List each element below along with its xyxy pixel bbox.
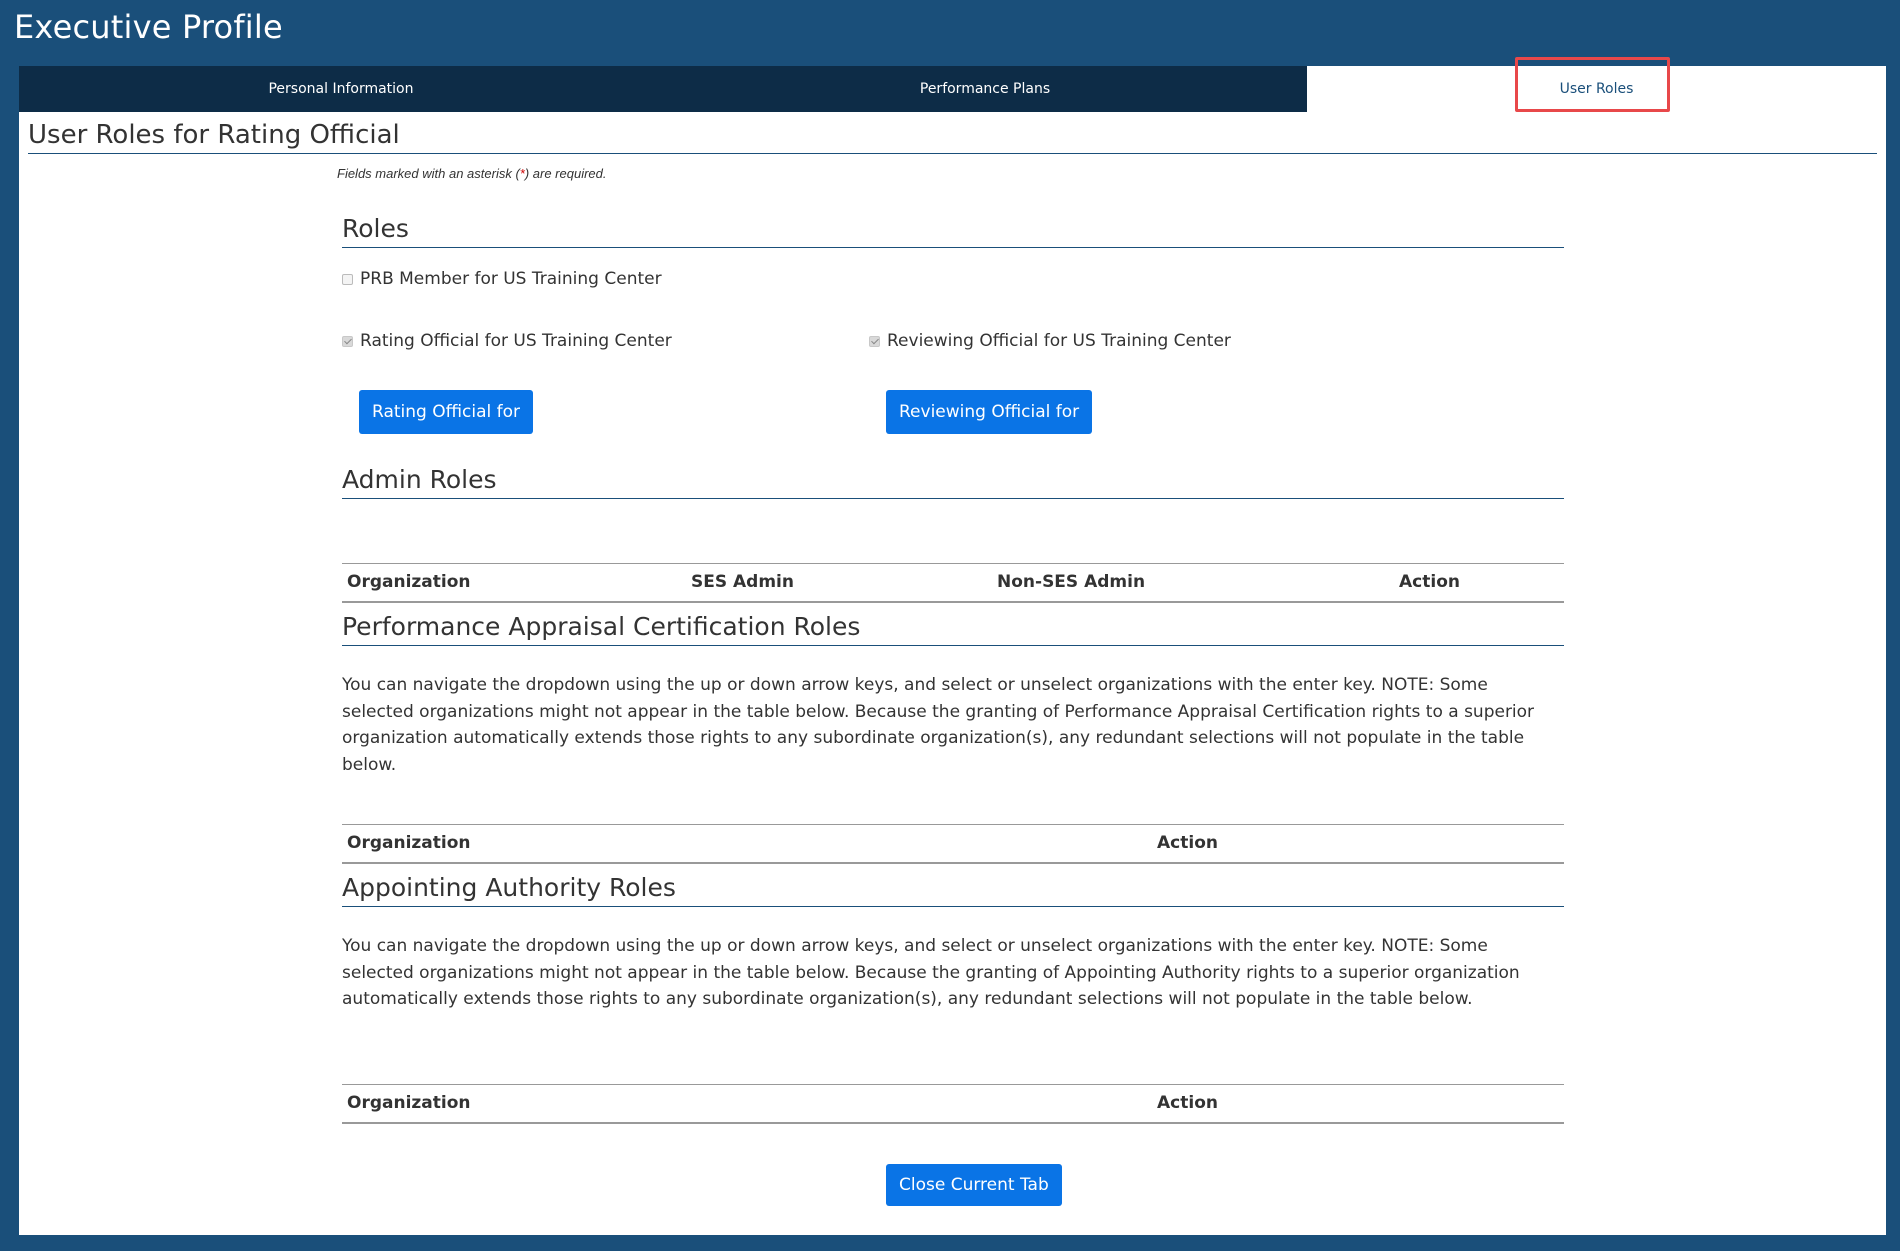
reviewing-official-row: Reviewing Official for US Training Cente… bbox=[869, 331, 1231, 351]
prb-member-label: PRB Member for US Training Center bbox=[360, 269, 662, 289]
admin-roles-heading: Admin Roles bbox=[342, 465, 1564, 499]
col-organization: Organization bbox=[347, 1093, 471, 1113]
col-ses-admin: SES Admin bbox=[691, 572, 794, 592]
page-title: User Roles for Rating Official bbox=[28, 120, 400, 150]
required-note-prefix: Fields marked with an asterisk ( bbox=[337, 166, 520, 181]
col-non-ses-admin: Non-SES Admin bbox=[997, 572, 1146, 592]
pac-roles-heading: Performance Appraisal Certification Role… bbox=[342, 612, 1564, 646]
rating-official-row: Rating Official for US Training Center bbox=[342, 331, 672, 351]
required-fields-note: Fields marked with an asterisk (*) are r… bbox=[337, 166, 607, 181]
col-organization: Organization bbox=[347, 572, 471, 592]
tab-personal-information[interactable]: Personal Information bbox=[19, 66, 663, 112]
close-current-tab-button[interactable]: Close Current Tab bbox=[886, 1164, 1062, 1206]
tab-performance-plans[interactable]: Performance Plans bbox=[663, 66, 1307, 112]
title-divider bbox=[28, 153, 1877, 154]
reviewing-official-for-button[interactable]: Reviewing Official for bbox=[886, 390, 1093, 434]
pac-roles-table-header: Organization Action bbox=[342, 824, 1564, 864]
reviewing-official-label: Reviewing Official for US Training Cente… bbox=[887, 331, 1231, 351]
roles-heading: Roles bbox=[342, 214, 1564, 248]
col-action: Action bbox=[1157, 1093, 1218, 1113]
col-organization: Organization bbox=[347, 833, 471, 853]
tab-user-roles[interactable]: User Roles bbox=[1307, 66, 1886, 112]
admin-roles-table-header: Organization SES Admin Non-SES Admin Act… bbox=[342, 563, 1564, 603]
col-action: Action bbox=[1399, 572, 1460, 592]
aa-roles-heading: Appointing Authority Roles bbox=[342, 873, 1564, 907]
prb-member-row: PRB Member for US Training Center bbox=[342, 269, 662, 289]
aa-roles-description: You can navigate the dropdown using the … bbox=[342, 936, 1520, 1009]
rating-official-label: Rating Official for US Training Center bbox=[360, 331, 672, 351]
prb-member-checkbox[interactable] bbox=[342, 273, 353, 285]
aa-roles-table-header: Organization Action bbox=[342, 1084, 1564, 1124]
reviewing-official-checkbox[interactable] bbox=[869, 335, 880, 347]
rating-official-for-button[interactable]: Rating Official for bbox=[359, 390, 534, 434]
app-title: Executive Profile bbox=[14, 8, 283, 46]
tab-bar: Personal Information Performance Plans U… bbox=[19, 66, 1886, 112]
pac-roles-description: You can navigate the dropdown using the … bbox=[342, 675, 1535, 775]
required-note-suffix: ) are required. bbox=[524, 166, 607, 181]
col-action: Action bbox=[1157, 833, 1218, 853]
rating-official-checkbox[interactable] bbox=[342, 335, 353, 347]
main-panel: User Roles for Rating Official Fields ma… bbox=[19, 112, 1886, 1235]
